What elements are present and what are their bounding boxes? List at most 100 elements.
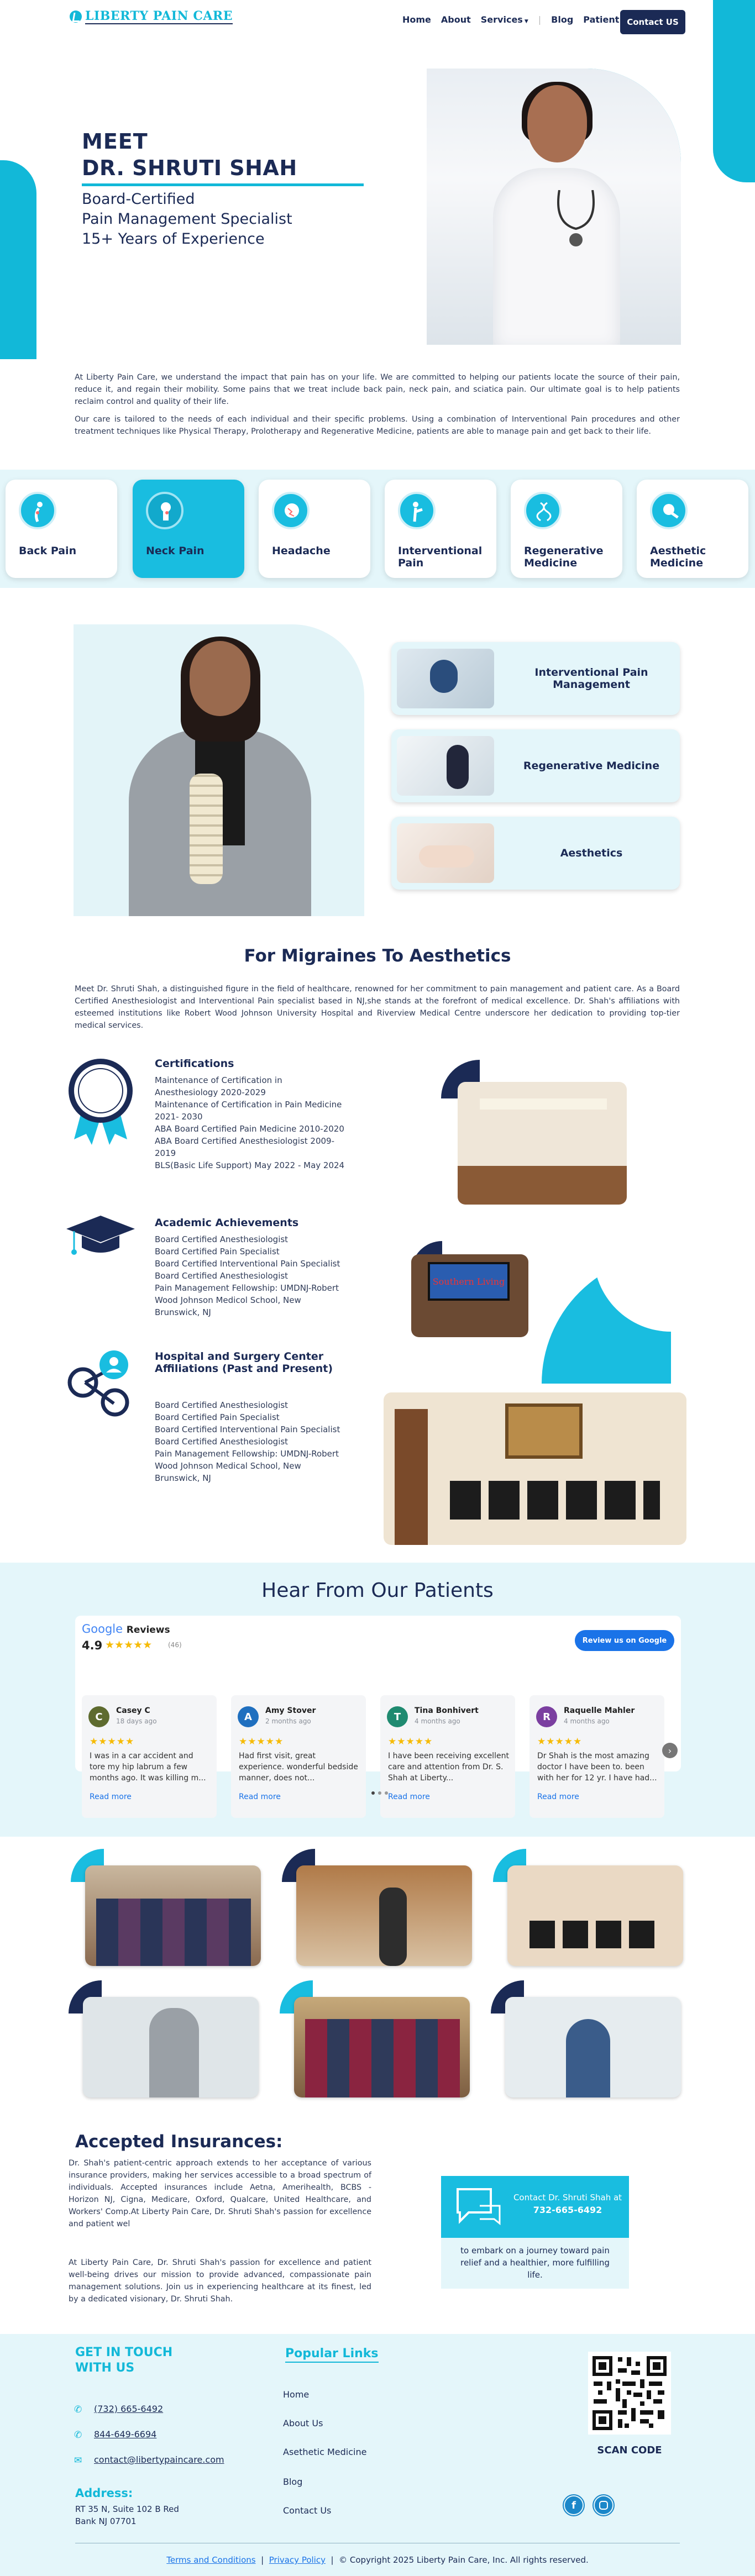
doctor-figure (107, 637, 339, 916)
nav-blog[interactable]: Blog (551, 14, 573, 25)
service-card-regenerative-medicine[interactable]: Regenerative Medicine (511, 480, 622, 578)
nav-services[interactable]: Services ▼ (481, 14, 528, 25)
footer-link-contact[interactable]: Contact Us (283, 2505, 331, 2516)
gallery-photo-reception (296, 1865, 472, 1966)
office-reception-photo (458, 1082, 627, 1205)
list-item: Board Certified Anesthesiologist (155, 1271, 289, 1281)
interventional-pain-icon (398, 492, 436, 529)
review-age: 2 months ago (265, 1717, 311, 1725)
service-card-interventional-pain[interactable]: Interventional Pain (385, 480, 496, 578)
gallery-photo-exam-room (505, 1997, 681, 2097)
service-card-neck-pain[interactable]: Neck Pain (133, 480, 244, 578)
doctor-figure (379, 1888, 407, 1966)
service-card-headache[interactable]: Headache (259, 480, 370, 578)
site-header: LIBERTY PAIN CARE Home About Services ▼ |… (0, 0, 755, 44)
reviewer-name: Amy Stover (265, 1706, 316, 1715)
footer-address-label: Address: (75, 2486, 133, 2500)
separator: | (331, 2555, 334, 2565)
instagram-icon[interactable] (593, 2494, 615, 2516)
wall-painting (505, 1403, 583, 1459)
footer-contact-heading: GET IN TOUCH WITH US (75, 2346, 173, 2375)
qr-code (588, 2352, 671, 2435)
review-card: C Casey C 18 days ago ★★★★★ I was in a c… (82, 1695, 217, 1818)
medal-icon (69, 1059, 133, 1145)
logo[interactable]: LIBERTY PAIN CARE (70, 9, 233, 24)
treatment-shape (419, 845, 474, 868)
contact-callout-phone[interactable]: 732-665-6492 (507, 2205, 628, 2215)
clinician-shape (430, 660, 458, 693)
google-wordmark: Google (82, 1622, 123, 1636)
service-card-aesthetic-medicine[interactable]: Aesthetic Medicine (637, 480, 748, 578)
footer-phone-2[interactable]: 844-649-6694 (94, 2429, 156, 2440)
read-more-link[interactable]: Read more (388, 1792, 430, 1801)
feature-card-regenerative-medicine[interactable]: Regenerative Medicine (391, 729, 680, 802)
read-more-link[interactable]: Read more (239, 1792, 281, 1801)
logo-icon (70, 10, 82, 23)
review-text: Had first visit, great experience. wonde… (239, 1752, 358, 1783)
carousel-dots (371, 1791, 388, 1795)
review-us-button[interactable]: Review us on Google (575, 1630, 674, 1651)
feature-card-title: Aesthetics (560, 847, 623, 859)
copyright-text: © Copyright 2025 Liberty Pain Care, Inc.… (339, 2555, 589, 2565)
office-waiting-room-photo (384, 1392, 686, 1545)
list-item: Board Certified Pain Specialist (155, 1247, 280, 1257)
footer-email[interactable]: contact@libertypaincare.com (94, 2454, 224, 2465)
nav-patient[interactable]: Patient▼ (583, 14, 625, 25)
feature-card-interventional-pain[interactable]: Interventional Pain Management (391, 642, 680, 715)
address-line-2: Bank NJ 07701 (75, 2516, 137, 2526)
about-text: Meet Dr. Shruti Shah, a distinguished fi… (75, 985, 680, 1030)
certifications-list: Maintenance of Certification in Anesthes… (155, 1074, 345, 1171)
contact-us-button[interactable]: Contact US (620, 10, 685, 34)
phone-icon: ✆ (74, 2430, 82, 2441)
list-item: Maintenance of Certification in Anesthes… (155, 1075, 282, 1097)
hero-accent-left (0, 160, 36, 359)
mail-icon: ✉ (74, 2455, 82, 2466)
footer-link-home[interactable]: Home (283, 2389, 309, 2400)
qr-code-icon (591, 2355, 668, 2431)
gallery-photo-staff (294, 1997, 470, 2097)
certifications-heading: Certifications (155, 1058, 234, 1070)
back-pain-icon (19, 492, 56, 529)
carousel-dot[interactable] (385, 1791, 388, 1795)
carousel-dot[interactable] (378, 1791, 381, 1795)
service-label: Back Pain (19, 545, 77, 557)
service-card-back-pain[interactable]: Back Pain (6, 480, 117, 578)
waiting-chairs (529, 1921, 662, 1948)
list-item: Maintenance of Certification in Pain Med… (155, 1100, 342, 1122)
terms-link[interactable]: Terms and Conditions (166, 2555, 255, 2565)
list-item: Board Certified Anesthesiologist (155, 1234, 289, 1244)
services-strip: Back Pain Neck Pain Headache Interventio… (0, 470, 755, 588)
review-card: A Amy Stover 2 months ago ★★★★★ Had firs… (231, 1695, 366, 1818)
logo-text: LIBERTY PAIN CARE (85, 9, 233, 24)
stethoscope-icon (557, 190, 595, 246)
reviews-section: Hear From Our Patients Google Reviews 4.… (0, 1563, 755, 1837)
list-item: Board Certified Anesthesiologist (155, 1400, 289, 1410)
read-more-link[interactable]: Read more (90, 1792, 132, 1801)
list-item: ABA Board Certified Anesthesiologist 200… (155, 1136, 334, 1158)
privacy-link[interactable]: Privacy Policy (269, 2555, 326, 2565)
doctor-face (190, 641, 250, 716)
chat-bubble-icon (457, 2188, 501, 2226)
main-nav: Home About Services▼ | Blog Patient▼ (402, 14, 625, 25)
nav-home[interactable]: Home (402, 14, 431, 25)
nav-about[interactable]: About (441, 14, 471, 25)
nav-patient-label: Patient (583, 14, 620, 25)
footer-phone-1[interactable]: (732) 665-6492 (94, 2404, 163, 2414)
footer-link-about[interactable]: About Us (283, 2418, 323, 2428)
feature-card-title: Interventional Pain Management (534, 666, 648, 691)
reviews-label: Reviews (126, 1625, 170, 1636)
feature-card-aesthetics[interactable]: Aesthetics (391, 817, 680, 890)
read-more-link[interactable]: Read more (537, 1792, 579, 1801)
footer-link-aesthetic[interactable]: Asethetic Medicine (283, 2447, 366, 2457)
team-figures (96, 1899, 251, 1966)
footer-link-blog[interactable]: Blog (283, 2477, 302, 2487)
carousel-next-button[interactable]: › (662, 1743, 678, 1758)
facebook-icon[interactable]: f (563, 2494, 585, 2516)
network-icon (67, 1350, 129, 1417)
about-heading: For Migraines To Aesthetics (244, 946, 511, 966)
footer-address: RT 35 N, Suite 102 B Red Bank NJ 07701 (75, 2503, 179, 2527)
review-text: Dr Shah is the most amazing doctor I hav… (537, 1752, 657, 1783)
carousel-dot[interactable] (371, 1791, 375, 1795)
list-item: Board Certified Anesthesiologist (155, 1437, 289, 1447)
service-label: Regenerative Medicine (524, 545, 604, 569)
